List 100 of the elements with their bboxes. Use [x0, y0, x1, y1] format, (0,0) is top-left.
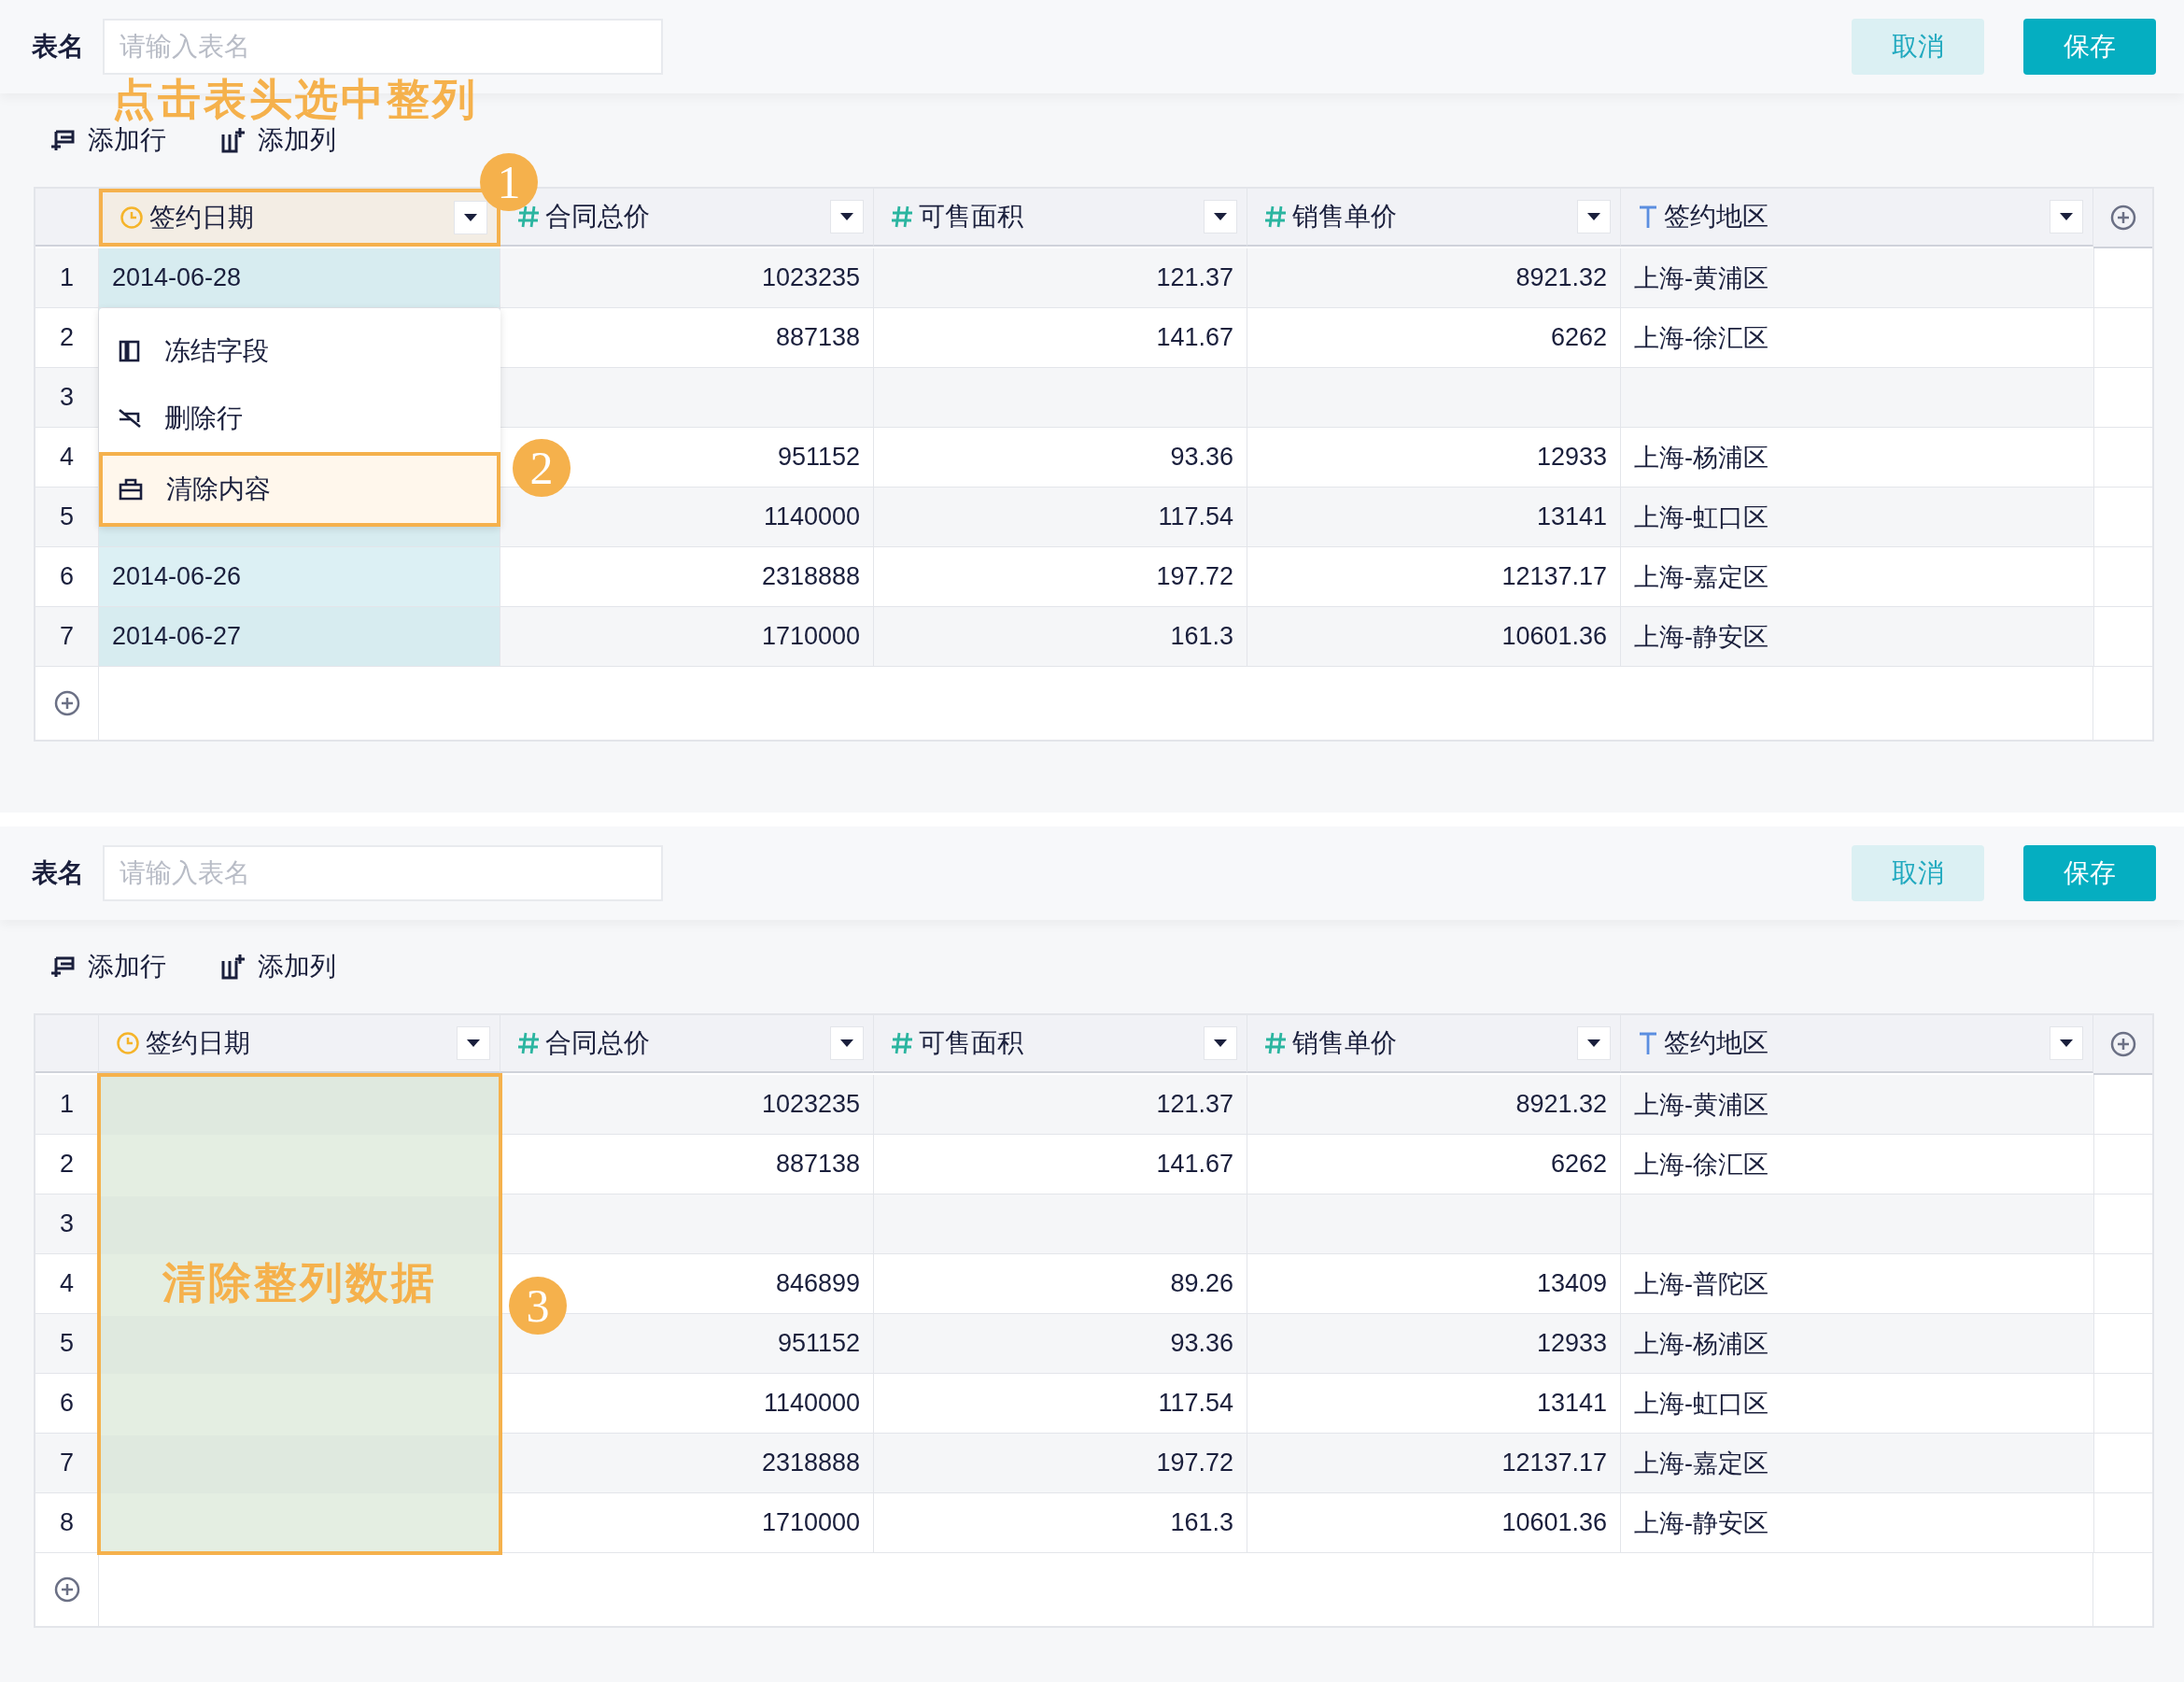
table-cell: 161.3	[874, 607, 1247, 667]
column-title: 签约日期	[146, 1027, 251, 1059]
column-header[interactable]: 签约日期	[99, 189, 500, 247]
table-name-field[interactable]: 请输入表名	[103, 845, 663, 901]
add-icon[interactable]	[52, 689, 81, 717]
table-name-field[interactable]: 请输入表名	[103, 19, 663, 75]
dropdown-button[interactable]	[2050, 200, 2083, 233]
add-icon[interactable]	[2108, 204, 2137, 232]
caret-icon	[2059, 212, 2074, 221]
row-number: 3	[35, 1194, 99, 1254]
table-cell: 161.3	[874, 1493, 1247, 1553]
add-column-icon	[220, 127, 247, 153]
column-header[interactable]: 签约地区	[1621, 1015, 2093, 1073]
clock-icon	[116, 1031, 140, 1055]
table-cell: 10601.36	[1247, 607, 1621, 667]
caret-icon	[1213, 1039, 1228, 1048]
table-cell: 1023235	[500, 1075, 874, 1135]
table-cell: 197.72	[874, 1434, 1247, 1493]
table-cell: 117.54	[874, 488, 1247, 547]
text-type-icon	[1638, 1031, 1658, 1055]
table-cell: 2014-06-26	[99, 547, 500, 607]
dropdown-button[interactable]	[1577, 1026, 1611, 1060]
hash-icon	[1264, 205, 1287, 229]
table-cell: 上海-静安区	[1621, 607, 2093, 667]
table-cell: 13141	[1247, 488, 1621, 547]
annotation-text: 清除整列数据	[162, 1257, 437, 1308]
table-cell: 上海-黄浦区	[1621, 248, 2093, 308]
dropdown-button[interactable]	[1204, 1026, 1237, 1060]
hash-icon	[891, 1031, 913, 1055]
column-header[interactable]: 可售面积	[874, 1015, 1247, 1073]
row-number: 1	[35, 248, 99, 308]
table-cell: 2014-06-27	[99, 607, 500, 667]
table-cell: 93.36	[874, 1314, 1247, 1374]
add-row-button[interactable]: 添加行	[50, 122, 166, 158]
table-cell: 上海-静安区	[1621, 1493, 2093, 1553]
column-header[interactable]: 销售单价	[1247, 1015, 1621, 1073]
name-label: 表名	[32, 857, 84, 889]
table-cell: 8921.32	[1247, 1075, 1621, 1135]
column-title: 可售面积	[919, 201, 1024, 233]
column-title: 签约日期	[149, 202, 255, 233]
caret-icon	[839, 1039, 854, 1048]
menu-item[interactable]: 清除内容	[99, 452, 500, 527]
table-cell: 121.37	[874, 1075, 1247, 1135]
caret-icon	[463, 213, 478, 222]
table-cell: 1140000	[500, 488, 874, 547]
column-header[interactable]: 销售单价	[1247, 189, 1621, 247]
dropdown-button[interactable]	[1204, 200, 1237, 233]
table-cell: 10601.36	[1247, 1493, 1621, 1553]
column-title: 可售面积	[919, 1027, 1024, 1059]
dropdown-button[interactable]	[457, 1026, 490, 1060]
dropdown-button[interactable]	[830, 200, 864, 233]
table-cell: 1710000	[500, 607, 874, 667]
menu-item[interactable]: 冻结字段	[99, 318, 500, 385]
column-header[interactable]: 签约地区	[1621, 189, 2093, 247]
column-title: 签约地区	[1664, 1027, 1769, 1059]
table-cell: 上海-虹口区	[1621, 488, 2093, 547]
add-column-button[interactable]: 添加列	[220, 949, 336, 984]
caret-icon	[466, 1039, 481, 1048]
row-number: 3	[35, 368, 99, 428]
caret-icon	[2059, 1039, 2074, 1048]
column-title: 合同总价	[545, 1027, 651, 1059]
name-label: 表名	[32, 31, 84, 63]
table-cell: 1023235	[500, 248, 874, 308]
dropdown-button[interactable]	[2050, 1026, 2083, 1060]
freeze-icon	[118, 339, 142, 363]
row-number: 1	[35, 1075, 99, 1135]
add-row-icon	[50, 954, 77, 979]
row-number: 7	[35, 607, 99, 667]
hash-icon	[1264, 1031, 1287, 1055]
add-column-icon	[220, 954, 247, 980]
caret-icon	[1213, 212, 1228, 221]
table-cell: 2014-06-28	[99, 248, 500, 308]
table-cell: 8921.32	[1247, 248, 1621, 308]
add-row-button[interactable]: 添加行	[50, 949, 166, 984]
column-title: 销售单价	[1292, 1027, 1398, 1059]
column-header[interactable]: 可售面积	[874, 189, 1247, 247]
column-header[interactable]: 签约日期	[99, 1015, 500, 1073]
column-title: 签约地区	[1664, 201, 1769, 233]
caret-icon	[1586, 1039, 1601, 1048]
caret-icon	[1586, 212, 1601, 221]
menu-item[interactable]: 删除行	[99, 385, 500, 452]
hash-icon	[517, 205, 540, 229]
delete-row-icon	[118, 406, 142, 431]
table-cell: 上海-嘉定区	[1621, 1434, 2093, 1493]
dropdown-button[interactable]	[454, 201, 487, 234]
table-cell: 上海-黄浦区	[1621, 1075, 2093, 1135]
table-cell: 121.37	[874, 248, 1247, 308]
dropdown-button[interactable]	[830, 1026, 864, 1060]
add-column-button[interactable]: 添加列	[220, 122, 336, 158]
column-title: 销售单价	[1292, 201, 1398, 233]
clear-icon	[118, 477, 144, 502]
row-number: 7	[35, 1434, 99, 1493]
dropdown-button[interactable]	[1577, 200, 1611, 233]
text-type-icon	[1638, 205, 1658, 229]
table-cell: 上海-杨浦区	[1621, 1314, 2093, 1374]
column-header[interactable]: 合同总价	[500, 1015, 874, 1073]
hash-icon	[517, 1031, 540, 1055]
add-icon[interactable]	[2108, 1030, 2137, 1058]
add-icon[interactable]	[52, 1576, 81, 1604]
caret-icon	[839, 212, 854, 221]
